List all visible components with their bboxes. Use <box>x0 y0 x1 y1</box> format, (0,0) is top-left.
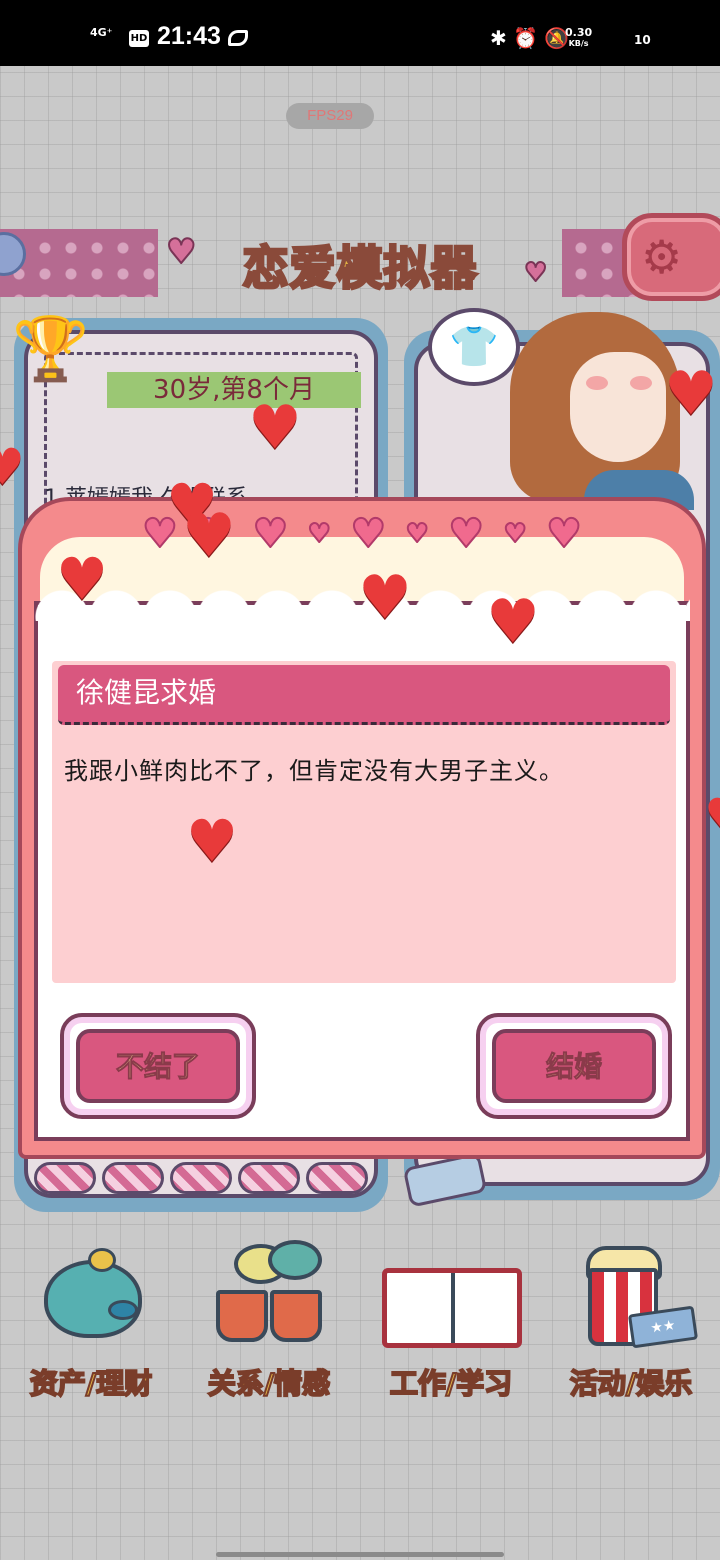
floating-heart-icon: ♥ <box>182 501 236 571</box>
clock: 21:43 <box>157 22 221 50</box>
heart-icon: ♥ <box>165 231 198 273</box>
speech-bubble-icon <box>268 1240 322 1280</box>
candy-icon <box>34 1162 96 1194</box>
network-indicator: 4G⁺ <box>90 26 113 39</box>
nav-work-study[interactable]: 工作/学习 <box>366 1240 536 1420</box>
book-spine <box>451 1273 455 1343</box>
floating-heart-icon: ♥ <box>704 792 720 842</box>
candy-icon <box>102 1162 164 1194</box>
character-portrait <box>510 312 694 510</box>
heart-icon: ♥ <box>523 257 548 289</box>
floating-heart-icon: ♥ <box>186 807 238 875</box>
coin-icon <box>88 1248 116 1272</box>
floating-heart-icon: ♥ <box>664 359 718 429</box>
dialog-title: 徐健昆求婚 <box>58 665 670 725</box>
battery-level: 10 <box>634 33 651 47</box>
nav-label: 活动/娱乐 <box>569 1366 693 1401</box>
dialog-message: 我跟小鲜肉比不了，但肯定没有大男子主义。 <box>64 757 564 785</box>
coffee-cups-icon <box>204 1240 334 1350</box>
nav-relationships[interactable]: 关系/情感 <box>184 1240 354 1420</box>
heart-icon: ♥ <box>502 519 527 549</box>
status-icons: ✱ ⏰ 🔕 <box>490 26 570 50</box>
notebook-icon <box>376 1240 526 1350</box>
floating-heart-icon: ♥ <box>56 545 108 613</box>
heart-icon: ♥ <box>405 519 430 549</box>
floating-heart-icon: ♥ <box>0 438 25 496</box>
hd-badge: HD <box>129 30 149 47</box>
gear-icon: ⚙ <box>641 230 683 284</box>
book-icon <box>382 1268 522 1348</box>
settings-button[interactable]: ⚙ <box>622 213 720 301</box>
nav-label: 关系/情感 <box>207 1366 331 1401</box>
nav-label: 工作/学习 <box>389 1366 513 1401</box>
status-bar: 4G⁺ HD 21:43 ✱ ⏰ 🔕 0.30 KB/s 10 <box>0 0 720 66</box>
accept-button-frame: 结婚 <box>476 1013 672 1119</box>
character-face <box>570 352 666 462</box>
popcorn-icon: ★★ <box>566 1240 699 1350</box>
age-label: 30岁,第8个月 <box>107 372 361 408</box>
marry-button[interactable]: 结婚 <box>492 1029 656 1103</box>
fps-counter: FPS29 <box>286 103 374 129</box>
speed-value: 0.30 <box>565 26 593 39</box>
notification-icon <box>228 30 248 46</box>
pig-snout <box>108 1300 138 1320</box>
decline-button-frame: 不结了 <box>60 1013 256 1119</box>
nav-label: 资产/理财 <box>29 1366 153 1401</box>
character-blush <box>586 376 608 390</box>
trophy-icon[interactable]: 🏆 <box>12 312 89 386</box>
cup-icon <box>216 1290 268 1342</box>
speed-unit: KB/s <box>568 39 589 48</box>
heart-icon: ♥ <box>545 511 583 557</box>
decline-button[interactable]: 不结了 <box>76 1029 240 1103</box>
nav-entertainment[interactable]: ★★ 活动/娱乐 <box>546 1240 716 1420</box>
piggy-bank-icon <box>26 1240 156 1350</box>
floating-heart-icon: ♥ <box>248 393 302 463</box>
candy-decoration <box>34 1162 374 1198</box>
floating-heart-icon: ♥ <box>358 563 412 633</box>
candy-icon <box>306 1162 368 1194</box>
candy-icon <box>170 1162 232 1194</box>
nav-assets[interactable]: 资产/理财 <box>6 1240 176 1420</box>
pig-body <box>44 1260 142 1338</box>
heart-icon: ♥ <box>349 511 387 557</box>
cup-icon <box>270 1290 322 1342</box>
shirt-icon[interactable]: 👕 <box>428 308 520 386</box>
heart-icon: ♥ <box>307 519 332 549</box>
floating-heart-icon: ♥ <box>486 587 540 657</box>
heart-icon: ♥ <box>251 511 289 557</box>
network-speed: 0.30 KB/s <box>565 26 593 49</box>
heart-icon: ♥ <box>447 511 485 557</box>
character-blush <box>630 376 652 390</box>
home-indicator[interactable] <box>216 1552 504 1557</box>
candy-icon <box>238 1162 300 1194</box>
game-title: 恋爱模拟器 <box>241 240 478 297</box>
